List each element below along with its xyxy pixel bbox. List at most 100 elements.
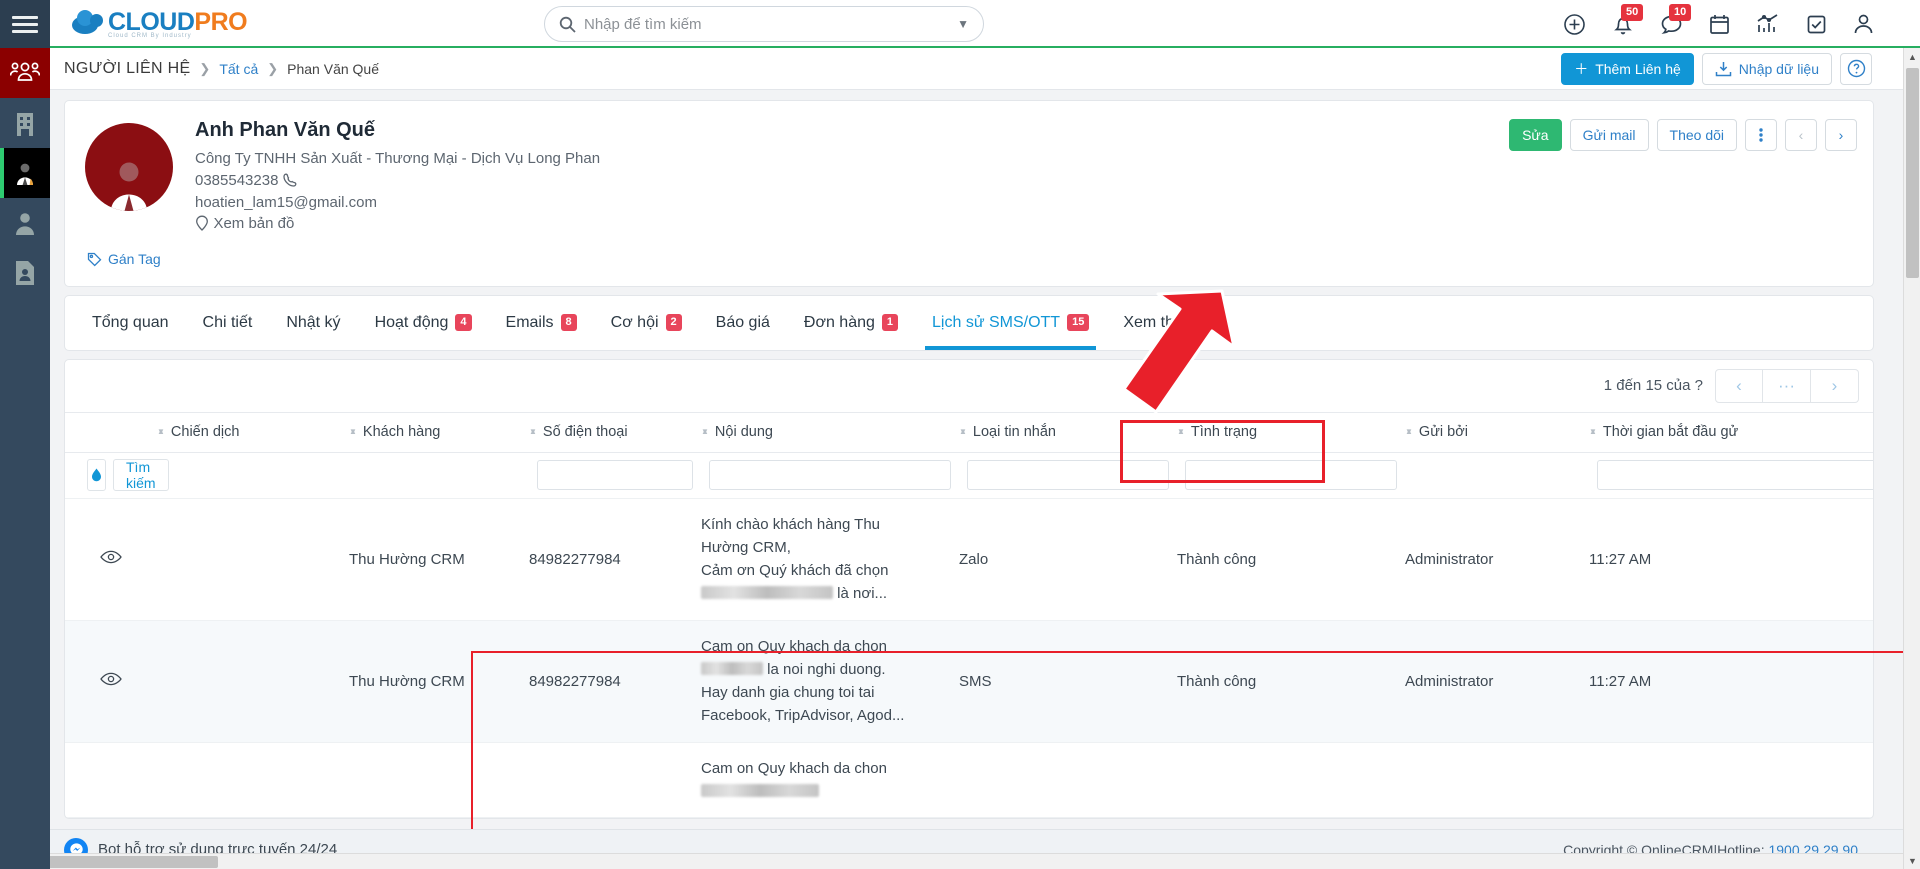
- th-campaign[interactable]: ▲ ▼ Chiến dịch: [157, 411, 349, 453]
- app-logo[interactable]: CLOUDPRO Cloud CRM By Industry: [72, 7, 248, 39]
- content-line-redacted: [701, 780, 959, 803]
- chat-icon[interactable]: 10: [1660, 4, 1692, 35]
- analytics-icon[interactable]: [1756, 13, 1780, 35]
- cell-customer: [349, 742, 529, 818]
- send-mail-button[interactable]: Gửi mail: [1569, 119, 1649, 151]
- calendar-icon[interactable]: [1709, 13, 1730, 35]
- pagination-total: ?: [1694, 377, 1703, 394]
- view-icon[interactable]: [100, 550, 122, 568]
- th-label: Số điện thoại: [542, 424, 628, 440]
- sidebar-item-organizations[interactable]: [0, 98, 50, 148]
- tab-bao-gia[interactable]: Báo giá: [699, 296, 787, 350]
- pagination-next-button[interactable]: ›: [1811, 368, 1859, 403]
- filter-phone-input[interactable]: [537, 460, 693, 490]
- prev-record-button[interactable]: ‹: [1785, 119, 1817, 151]
- th-sender[interactable]: ▲ ▼ Gửi bởi: [1405, 411, 1589, 453]
- cell-message-type: [959, 742, 1177, 818]
- th-label: Loại tin nhắn: [972, 424, 1056, 440]
- scroll-up-icon[interactable]: ▲: [1904, 48, 1920, 65]
- sms-history-table-card: 1 đến 15 của ? ‹ ··· › ▲ ▼ Chiến dịch ▲ …: [64, 358, 1874, 819]
- pagination-dots-button[interactable]: ···: [1763, 368, 1811, 403]
- search-input[interactable]: [576, 15, 950, 33]
- redacted-text: [701, 661, 763, 675]
- horizontal-scroll-thumb[interactable]: [46, 856, 218, 868]
- tab-chi-tiet[interactable]: Chi tiết: [186, 296, 270, 350]
- scroll-down-icon[interactable]: ▼: [1904, 852, 1920, 869]
- cell-content: Cam on Quy khach da chon la noi nghi duo…: [701, 620, 959, 743]
- contact-name: Anh Phan Văn Quế: [195, 119, 376, 141]
- th-label: Thời gian bắt đầu gử: [1602, 424, 1739, 440]
- top-icon-bar: 50 10: [1563, 0, 1874, 48]
- contact-map-link[interactable]: Xem bản đồ: [213, 215, 294, 232]
- tab-label: Chi tiết: [202, 313, 253, 331]
- th-start-time[interactable]: ▲ ▼ Thời gian bắt đầu gử: [1589, 411, 1873, 453]
- contact-card-person-icon: [19, 269, 31, 281]
- pagination-prev-button[interactable]: ‹: [1715, 368, 1763, 403]
- cell-campaign: [157, 498, 349, 621]
- filter-content-input[interactable]: [709, 460, 951, 490]
- filter-time-cell: [1589, 452, 1873, 499]
- import-icon: [1715, 61, 1732, 76]
- menu-toggle[interactable]: [0, 0, 50, 48]
- content-line: Cam on Quy khach da chon: [701, 759, 887, 777]
- sidebar-item-leads[interactable]: [0, 198, 50, 248]
- tab-nhat-ky[interactable]: Nhật ký: [269, 296, 357, 350]
- pagination-info: 1 đến 15 của ?: [1604, 377, 1703, 394]
- tab-more[interactable]: Xem thêm ⌄: [1106, 296, 1234, 350]
- view-icon[interactable]: [100, 672, 122, 690]
- tab-emails[interactable]: Emails 8: [489, 296, 594, 350]
- th-content[interactable]: ▲ ▼ Nội dung: [701, 411, 959, 453]
- avatar: [85, 123, 173, 211]
- edit-button[interactable]: Sửa: [1509, 119, 1562, 151]
- th-phone[interactable]: ▲ ▼ Số điện thoại: [529, 411, 701, 453]
- filter-type-input[interactable]: [967, 460, 1169, 490]
- sidebar-item-persons[interactable]: [0, 148, 50, 198]
- main-column: CLOUDPRO Cloud CRM By Industry ▼ 50: [50, 0, 1920, 869]
- add-contact-button[interactable]: ＋ Thêm Liên hệ: [1561, 52, 1694, 85]
- assign-tag-label: Gán Tag: [108, 251, 161, 267]
- redacted-text: [701, 586, 833, 600]
- next-record-button[interactable]: ›: [1825, 119, 1857, 151]
- logo-cloud-text: CLOUD: [108, 7, 195, 36]
- tab-lich-su-sms-ott[interactable]: Lịch sử SMS/OTT 15: [915, 296, 1106, 350]
- assign-tag-button[interactable]: Gán Tag: [87, 251, 161, 267]
- contact-map-row[interactable]: Xem bản đồ: [195, 213, 600, 235]
- filter-customer-cell: [349, 452, 529, 499]
- filter-campaign-cell: [157, 452, 349, 499]
- vertical-scroll-thumb[interactable]: [1906, 68, 1919, 278]
- th-status[interactable]: ▲ ▼ Tình trạng: [1177, 411, 1405, 453]
- search-dropdown-icon[interactable]: ▼: [949, 17, 969, 31]
- table-row[interactable]: Cam on Quy khach da chon: [65, 742, 1873, 818]
- more-actions-button[interactable]: [1745, 119, 1777, 151]
- sidebar-item-documents[interactable]: [0, 248, 50, 298]
- help-button[interactable]: [1840, 52, 1872, 85]
- filter-actions-cell: Tìm kiếm: [65, 452, 169, 499]
- table-filter-body: Tìm kiếm: [65, 452, 1873, 499]
- add-circle-icon[interactable]: [1563, 13, 1586, 36]
- breadcrumb-link-all[interactable]: Tất cả: [219, 61, 258, 77]
- row-view-cell: [65, 620, 157, 743]
- import-data-button[interactable]: Nhập dữ liệu: [1701, 52, 1832, 85]
- follow-button[interactable]: Theo dõi: [1656, 119, 1737, 151]
- horizontal-scrollbar[interactable]: [0, 853, 1903, 869]
- tab-label: Nhật ký: [286, 313, 341, 331]
- table-row[interactable]: Thu Hường CRM 84982277984 Cam on Quy kha…: [65, 620, 1873, 743]
- tab-tong-quan[interactable]: Tổng quan: [75, 296, 186, 350]
- filter-time-input[interactable]: [1597, 460, 1873, 490]
- vertical-dots-icon: [1759, 128, 1763, 142]
- clear-filter-button[interactable]: [87, 459, 106, 491]
- cell-content: Kính chào khách hàng Thu Hường CRM, Cảm …: [701, 498, 959, 621]
- tab-hoat-dong[interactable]: Hoạt động 4: [358, 296, 489, 350]
- user-icon[interactable]: [1853, 13, 1874, 35]
- tab-co-hoi[interactable]: Cơ hội 2: [594, 296, 699, 350]
- filter-status-input[interactable]: [1185, 460, 1397, 490]
- sidebar-item-contacts[interactable]: [0, 48, 50, 98]
- checkbox-icon[interactable]: [1806, 14, 1827, 35]
- tab-don-hang[interactable]: Đơn hàng 1: [787, 296, 915, 350]
- vertical-scrollbar[interactable]: ▲ ▼: [1903, 48, 1920, 869]
- search-filter-button[interactable]: Tìm kiếm: [113, 459, 169, 491]
- bell-icon[interactable]: 50: [1612, 3, 1644, 36]
- table-row[interactable]: Thu Hường CRM 84982277984 Kính chào khác…: [65, 498, 1873, 621]
- th-customer[interactable]: ▲ ▼ Khách hàng: [349, 411, 529, 453]
- th-message-type[interactable]: ▲ ▼ Loại tin nhắn: [959, 411, 1177, 453]
